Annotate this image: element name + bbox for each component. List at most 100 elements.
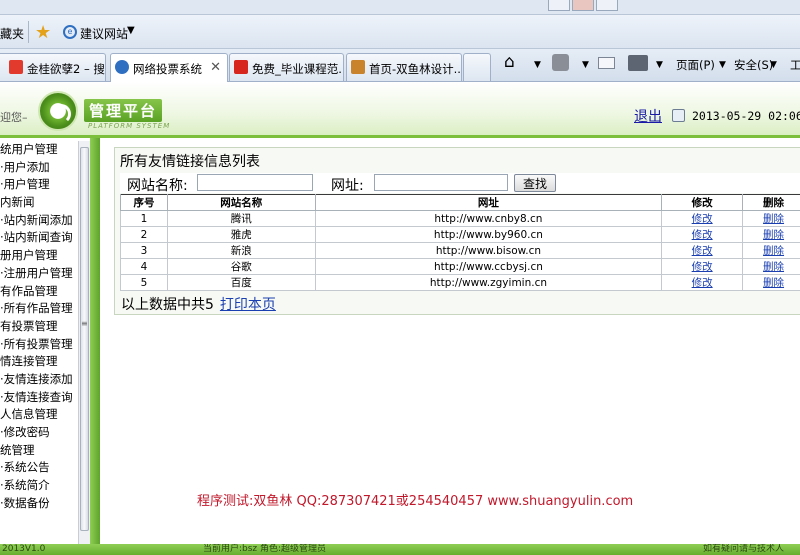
help-notice: 如有疑问请与技术人 xyxy=(703,544,785,554)
delete-link[interactable]: 删除 xyxy=(763,229,784,241)
tab-favicon-icon xyxy=(115,60,129,74)
logout-link[interactable]: 退出 xyxy=(634,106,662,126)
edit-cell: 修改 xyxy=(661,210,744,227)
print-icon[interactable] xyxy=(628,55,648,71)
sidebar-item[interactable]: ·友情连接添加 xyxy=(0,371,78,389)
new-tab-button[interactable] xyxy=(463,53,491,81)
tab-label: 免费_毕业课程范... xyxy=(252,62,344,76)
sidebar-item[interactable]: ·系统简介 xyxy=(0,477,78,495)
chevron-down-icon[interactable]: ▼ xyxy=(770,60,777,70)
suggested-sites-link[interactable]: 建议网站 xyxy=(80,25,128,42)
sidebar-item[interactable]: ·用户添加 xyxy=(0,159,78,177)
sidebar-item[interactable]: ·系统公告 xyxy=(0,459,78,477)
column-header: 删除 xyxy=(742,194,800,211)
url-cell: http://www.zgyimin.cn xyxy=(314,274,663,291)
tools-menu[interactable]: 工 xyxy=(790,57,800,73)
edit-link[interactable]: 修改 xyxy=(692,245,713,257)
delete-cell: 删除 xyxy=(742,210,800,227)
edit-link[interactable]: 修改 xyxy=(692,261,713,273)
row-number: 4 xyxy=(120,258,168,275)
tab-close-icon[interactable]: ✕ xyxy=(210,60,221,75)
scroll-grip-icon: ≡ xyxy=(81,319,88,328)
safety-menu[interactable]: 安全(S) xyxy=(734,57,773,73)
chevron-down-icon[interactable]: ▼ xyxy=(534,60,541,70)
tab-label: 首页-双鱼林设计... xyxy=(369,62,462,76)
table-header-row: 序号 网站名称 网址 修改 删除 xyxy=(120,194,800,211)
chevron-down-icon[interactable]: ▼ xyxy=(719,60,726,70)
sidebar-item[interactable]: ·用户管理 xyxy=(0,176,78,194)
url-label: 网址: xyxy=(331,178,364,194)
delete-cell: 删除 xyxy=(742,226,800,243)
home-icon[interactable]: ⌂ xyxy=(504,52,515,72)
chevron-down-icon[interactable]: ▼ xyxy=(582,60,589,70)
sidebar-group-label: 情连接管理 xyxy=(0,354,58,369)
chevron-down-icon[interactable]: ▼ xyxy=(656,60,663,70)
sidebar-scrollbar[interactable]: ≡ xyxy=(78,141,90,544)
url-input[interactable] xyxy=(374,174,508,191)
sidebar-group-label: 人信息管理 xyxy=(0,407,58,422)
column-header: 修改 xyxy=(661,194,744,211)
table-row: 3 新浪 http://www.bisow.cn 修改 删除 xyxy=(120,242,800,259)
frame-divider[interactable] xyxy=(90,138,100,544)
search-button[interactable]: 查找 xyxy=(514,174,556,192)
favorites-label[interactable]: 藏夹 xyxy=(0,25,24,42)
site-name-input[interactable] xyxy=(197,174,313,191)
sidebar-item[interactable]: ·所有作品管理 xyxy=(0,300,78,318)
sidebar-item[interactable]: ·数据备份 xyxy=(0,495,78,513)
page-menu[interactable]: 页面(P) xyxy=(676,57,715,73)
favorites-center-button[interactable] xyxy=(596,0,618,11)
sidebar-item[interactable]: ·站内新闻查询 xyxy=(0,229,78,247)
table-row: 2 雅虎 http://www.by960.cn 修改 删除 xyxy=(120,226,800,243)
tab-voting-system[interactable]: 网络投票系统 ✕ xyxy=(110,53,228,82)
column-header: 网址 xyxy=(314,194,663,211)
table-row: 5 百度 http://www.zgyimin.cn 修改 删除 xyxy=(120,274,800,291)
delete-link[interactable]: 删除 xyxy=(763,213,784,225)
column-header: 序号 xyxy=(120,194,168,211)
sidebar-item[interactable]: ·修改密码 xyxy=(0,424,78,442)
close-button[interactable] xyxy=(572,0,594,11)
favorites-bar: 藏夹 ★ e 建议网站 ▼ xyxy=(0,15,800,49)
row-number: 5 xyxy=(120,274,168,291)
print-page-link[interactable]: 打印本页 xyxy=(220,297,276,313)
app-header: 迎您– 管理平台 PLATFORM SYSTEM 退出 2013-05-29 0… xyxy=(0,82,800,138)
sidebar-item[interactable]: ·友情连接查询 xyxy=(0,389,78,407)
sidebar-group-label: 有作品管理 xyxy=(0,283,58,298)
add-favorite-star-icon[interactable]: ★ xyxy=(35,22,51,43)
column-header: 网站名称 xyxy=(166,194,316,211)
url-cell: http://www.cnby8.cn xyxy=(314,210,663,227)
main-content: 所有友情链接信息列表 网站名称: 网址: 查找 序号 网站名称 网址 修改 删除 1 腾讯… xyxy=(100,141,800,544)
tab-favicon-icon xyxy=(234,60,248,74)
edit-cell: 修改 xyxy=(661,242,744,259)
toolbar-separator xyxy=(28,21,29,43)
chevron-down-icon[interactable]: ▼ xyxy=(127,25,135,36)
link-list-panel: 所有友情链接信息列表 网站名称: 网址: 查找 序号 网站名称 网址 修改 删除 1 腾讯… xyxy=(114,147,800,315)
delete-link[interactable]: 删除 xyxy=(763,261,784,273)
site-name-cell: 腾讯 xyxy=(166,210,316,227)
tab-shuangyulin-home[interactable]: 首页-双鱼林设计... xyxy=(346,53,462,81)
tab-free-courses[interactable]: 免费_毕业课程范... xyxy=(229,53,344,81)
search-row: 网站名称: 网址: 查找 xyxy=(120,173,800,194)
site-name-cell: 谷歌 xyxy=(166,258,316,275)
delete-link[interactable]: 删除 xyxy=(763,245,784,257)
sidebar-group-label: 统管理 xyxy=(0,442,35,457)
sidebar-item[interactable]: ·注册用户管理 xyxy=(0,265,78,283)
mail-icon[interactable] xyxy=(598,57,615,69)
minimize-button[interactable] xyxy=(548,0,570,11)
sidebar-item[interactable]: ·站内新闻添加 xyxy=(0,212,78,230)
delete-cell: 删除 xyxy=(742,258,800,275)
edit-link[interactable]: 修改 xyxy=(692,229,713,241)
delete-cell: 删除 xyxy=(742,274,800,291)
edit-link[interactable]: 修改 xyxy=(692,277,713,289)
table-row: 1 腾讯 http://www.cnby8.cn 修改 删除 xyxy=(120,210,800,227)
site-name-cell: 雅虎 xyxy=(166,226,316,243)
sidebar-group-label: 有投票管理 xyxy=(0,318,58,333)
rss-feed-icon[interactable] xyxy=(552,54,569,71)
tab-soku[interactable]: 金桂欲孽2 – 搜库 xyxy=(0,53,106,81)
ie-page-icon: e xyxy=(63,25,77,39)
delete-link[interactable]: 删除 xyxy=(763,277,784,289)
row-number: 2 xyxy=(120,226,168,243)
site-name-cell: 新浪 xyxy=(166,242,316,259)
sidebar-item[interactable]: ·所有投票管理 xyxy=(0,336,78,354)
edit-link[interactable]: 修改 xyxy=(692,213,713,225)
scrollbar-thumb[interactable] xyxy=(80,147,89,531)
